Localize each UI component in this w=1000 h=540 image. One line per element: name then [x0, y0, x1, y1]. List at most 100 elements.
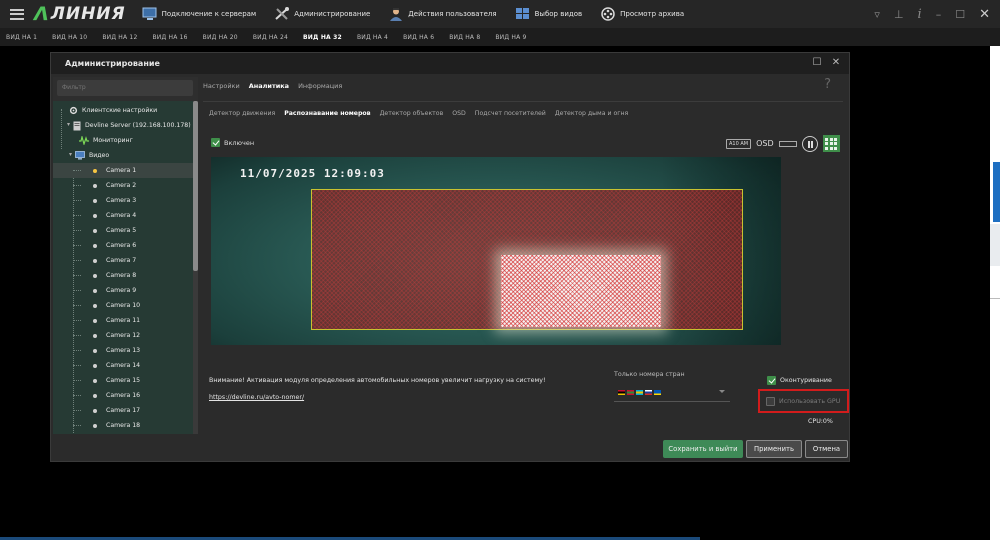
tree-node-label: Видео: [89, 152, 110, 159]
filter-icon[interactable]: ▿: [874, 8, 880, 21]
country-flag-icon: [618, 390, 625, 395]
view-tab[interactable]: ВИД НА 16: [152, 34, 187, 41]
maximize-icon[interactable]: ☐: [955, 8, 965, 21]
desktop-edge: [990, 46, 1000, 540]
camera-status-icon: [93, 183, 97, 188]
camera-label: Camera 16: [106, 392, 141, 399]
pause-icon[interactable]: [801, 135, 818, 152]
countries-select[interactable]: [614, 384, 730, 402]
camera-status-icon: [93, 258, 97, 263]
tree-node-label: Devline Server (192.168.100.178): [85, 122, 191, 129]
settings-sidebar: Клиентские настройки ▾ Devline Server (192…: [53, 77, 198, 434]
apply-button[interactable]: Применить: [746, 440, 802, 458]
view-tab[interactable]: ВИД НА 24: [253, 34, 288, 41]
country-flag-icon: [654, 390, 661, 395]
camera-label: Camera 1: [106, 167, 137, 174]
camera-status-icon: [93, 288, 97, 293]
cpu-usage: CPU:0%: [808, 418, 833, 425]
tree-connector: [73, 170, 81, 171]
tree-video[interactable]: ▾ Видео: [53, 148, 193, 163]
analytics-tab[interactable]: Распознавание номеров: [284, 110, 370, 117]
tree-connector: [73, 320, 81, 321]
menu-archive-view[interactable]: Просмотр архива: [600, 7, 684, 21]
menu-administration[interactable]: Администрирование: [274, 7, 370, 21]
tabs-divider: [203, 101, 843, 102]
tree-connector: [61, 109, 62, 149]
filter-input[interactable]: [57, 80, 193, 96]
cancel-button[interactable]: Отмена: [805, 440, 848, 458]
camera-status-icon: [93, 333, 97, 338]
desktop-divider: [990, 298, 1000, 299]
close-icon[interactable]: ✕: [830, 57, 842, 69]
view-tab[interactable]: ВИД НА 6: [403, 34, 434, 41]
tree-client-settings[interactable]: Клиентские настройки: [53, 103, 193, 118]
camera-status-icon: [93, 348, 97, 353]
tree-connector: [73, 275, 81, 276]
minimize-icon[interactable]: –: [936, 8, 942, 21]
analytics-tab[interactable]: Детектор движения: [209, 110, 275, 117]
checkbox-unchecked-icon[interactable]: [766, 396, 775, 406]
view-tab[interactable]: ВИД НА 8: [449, 34, 480, 41]
camera-preview[interactable]: 11/07/2025 12:09:03: [211, 157, 781, 345]
info-link[interactable]: https://devline.ru/avto-nomer/: [209, 394, 304, 401]
outline-checkbox[interactable]: Оконтуривание: [767, 376, 832, 385]
camera-label: Camera 8: [106, 272, 137, 279]
view-tab[interactable]: ВИД НА 10: [52, 34, 87, 41]
pin-icon[interactable]: ⊥: [894, 8, 904, 21]
analytics-tab[interactable]: OSD: [452, 110, 466, 117]
country-flag-icon: [627, 390, 634, 395]
grid-icon[interactable]: [822, 135, 840, 152]
camera-label: Camera 9: [106, 287, 137, 294]
maximize-icon[interactable]: ☐: [811, 57, 823, 69]
server-icon: ▾: [67, 121, 81, 131]
tree-connector: [73, 380, 81, 381]
view-tab[interactable]: ВИД НА 1: [6, 34, 37, 41]
save-and-exit-button[interactable]: Сохранить и выйти: [663, 440, 743, 458]
view-tab[interactable]: ВИД НА 32: [303, 34, 342, 41]
gear-icon: [69, 106, 78, 115]
tree-monitoring[interactable]: Мониторинг: [53, 133, 193, 148]
countries-label: Только номера стран: [614, 371, 685, 378]
menu-user-actions[interactable]: Действия пользователя: [388, 7, 497, 21]
video-timestamp: 11/07/2025 12:09:03: [240, 167, 385, 180]
osd-strip-icon[interactable]: [778, 140, 797, 147]
checkbox-checked-icon[interactable]: [767, 376, 776, 385]
close-icon[interactable]: ✕: [979, 7, 990, 22]
camera-status-icon: [93, 213, 97, 218]
info-icon[interactable]: i: [918, 7, 922, 22]
monitoring-icon: [79, 136, 89, 145]
analytics-tab[interactable]: Детектор объектов: [380, 110, 444, 117]
analytics-tabs: Детектор движения Распознавание номеров Де…: [209, 110, 628, 117]
tree-connector: [73, 410, 81, 411]
enabled-checkbox[interactable]: Включен: [211, 138, 254, 147]
sidebar-scrollbar-thumb[interactable]: [193, 101, 198, 271]
menu-select-views[interactable]: Выбор видов: [515, 7, 582, 21]
logo-text: ЛИНИЯ: [50, 4, 126, 24]
tab[interactable]: Аналитика: [249, 82, 289, 90]
timestamp-format-badge[interactable]: A10 AM: [726, 138, 752, 149]
checkbox-checked-icon[interactable]: [211, 138, 220, 147]
analytics-tab[interactable]: Подсчет посетителей: [475, 110, 546, 117]
top-tabs: Настройки Аналитика Информация: [203, 82, 342, 90]
tab[interactable]: Информация: [298, 82, 342, 90]
camera-label: Camera 14: [106, 362, 141, 369]
tree-connector: [73, 260, 81, 261]
view-tab[interactable]: ВИД НА 20: [203, 34, 238, 41]
camera-status-icon: [93, 303, 97, 308]
analytics-tab[interactable]: Детектор дыма и огня: [555, 110, 628, 117]
view-tab[interactable]: ВИД НА 4: [357, 34, 388, 41]
menu-connect-servers[interactable]: Подключение к серверам: [142, 7, 256, 21]
help-icon[interactable]: ?: [824, 77, 831, 92]
camera-status-icon: [93, 168, 97, 173]
hamburger-menu-icon[interactable]: [10, 8, 24, 20]
tree-node-label: Мониторинг: [93, 137, 133, 144]
view-tab[interactable]: ВИД НА 9: [495, 34, 526, 41]
camera-status-icon: [93, 318, 97, 323]
tree-server[interactable]: ▾ Devline Server (192.168.100.178): [53, 118, 193, 133]
load-warning: Внимание! Активация модуля определения а…: [209, 377, 546, 384]
tab[interactable]: Настройки: [203, 82, 240, 90]
osd-toggle[interactable]: OSD: [756, 139, 774, 148]
use-gpu-checkbox[interactable]: Использовать GPU: [758, 389, 849, 413]
video-icon: ▾: [69, 151, 85, 160]
view-tab[interactable]: ВИД НА 12: [102, 34, 137, 41]
